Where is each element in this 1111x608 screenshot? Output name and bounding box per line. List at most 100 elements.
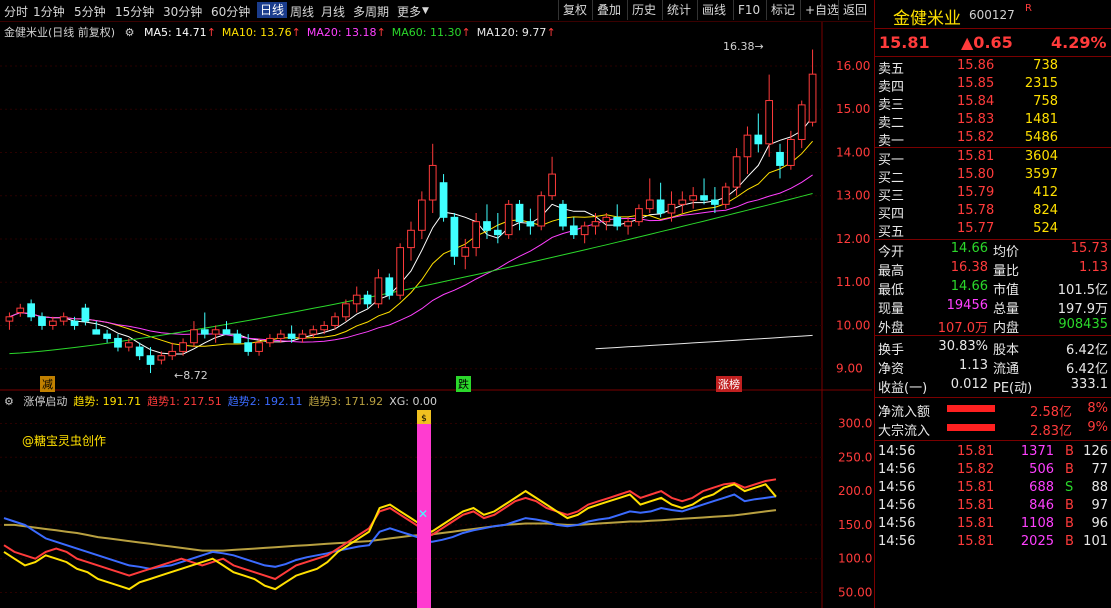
bid-row[interactable]: 买四 15.78 824: [875, 202, 1111, 222]
candle: [407, 229, 415, 249]
stat-key: 最高: [878, 264, 905, 279]
stat-key: 今开: [878, 245, 905, 260]
indicator-tick-label: 150.0: [838, 518, 872, 532]
chart-title: 金健米业(日线 前复权): [4, 26, 116, 39]
candle: [320, 324, 329, 331]
tick-side: B: [1065, 498, 1074, 513]
stats-button[interactable]: 统计: [662, 0, 695, 20]
candle: [504, 203, 513, 236]
draw-button[interactable]: 画线: [697, 0, 730, 20]
ask-row[interactable]: 卖五 15.86 738: [875, 57, 1111, 77]
ask-volume: 5486: [1024, 130, 1058, 145]
candle: [135, 346, 144, 357]
back-button[interactable]: 返回: [838, 0, 871, 20]
candle: [146, 355, 155, 365]
period-tab-1min[interactable]: 1分钟: [33, 3, 65, 20]
tick-price: 15.81: [957, 444, 995, 459]
flow-pct: 9%: [1087, 420, 1108, 435]
low-price-label: 8.72: [183, 369, 208, 382]
bid-label: 买五: [878, 225, 905, 240]
candle: [797, 104, 806, 140]
candle: [602, 216, 611, 223]
indicator-settings-icon[interactable]: ⚙: [4, 395, 14, 408]
last-price: 15.81: [879, 33, 930, 52]
stat-value: 1.13: [1079, 260, 1108, 275]
ask-row[interactable]: 卖四 15.85 2315: [875, 75, 1111, 95]
bid-row[interactable]: 买二 15.80 3597: [875, 166, 1111, 186]
up-arrow-icon: ↑: [206, 26, 216, 39]
bid-row[interactable]: 买三 15.79 412: [875, 184, 1111, 204]
candle: [396, 247, 405, 296]
flow-value: 2.58亿: [1030, 405, 1072, 420]
up-arrow-icon: ↑: [461, 26, 471, 39]
stat-value: 14.66: [950, 241, 988, 256]
candle: [190, 329, 198, 344]
bid-price: 15.78: [957, 203, 995, 218]
stat-key: 总量: [993, 302, 1020, 317]
finance-key: PE(动): [993, 381, 1033, 396]
candle: [548, 173, 556, 197]
bid-volume: 524: [1033, 221, 1058, 236]
bid-volume: 412: [1033, 185, 1058, 200]
period-tab-60min[interactable]: 60分钟: [211, 3, 250, 20]
period-tab-5min[interactable]: 5分钟: [74, 3, 106, 20]
candle: [81, 307, 90, 322]
candle: [526, 221, 535, 227]
candle: [483, 221, 491, 231]
ask-row[interactable]: 卖一 15.82 5486: [875, 129, 1111, 149]
flow-bar: [947, 424, 995, 431]
mark-button[interactable]: 标记: [766, 0, 799, 20]
tick-side: B: [1065, 516, 1074, 531]
candle: [591, 221, 600, 227]
adjust-button[interactable]: 复权: [558, 0, 591, 20]
tick-time: 14:56: [878, 516, 916, 531]
bid-row[interactable]: 买五 15.77 524: [875, 220, 1111, 240]
candle: [808, 73, 817, 123]
settings-icon[interactable]: ⚙: [125, 26, 135, 39]
tick-count: 97: [1091, 498, 1108, 513]
tick-count: 77: [1091, 462, 1108, 477]
add-favorite-button[interactable]: +自选: [800, 0, 843, 20]
candle: [385, 277, 394, 296]
candle: [450, 216, 459, 257]
period-tab-monthly[interactable]: 月线: [321, 3, 345, 20]
candle: [765, 100, 774, 145]
candle: [287, 333, 296, 339]
ask-row[interactable]: 卖三 15.84 758: [875, 93, 1111, 113]
stat-value: 15.73: [1070, 241, 1108, 256]
period-tab-daily[interactable]: 日线: [257, 2, 288, 18]
stat-row: 最高 16.38 量比 1.13: [875, 259, 1111, 279]
period-tab-more[interactable]: 更多: [397, 3, 421, 20]
overlay-button[interactable]: 叠加: [592, 0, 625, 20]
stat-key: 内盘: [993, 321, 1020, 336]
period-tab-30min[interactable]: 30分钟: [163, 3, 202, 20]
candle: [211, 329, 220, 335]
f10-button[interactable]: F10: [733, 0, 764, 20]
finance-value: 30.83%: [938, 339, 988, 354]
candle: [363, 294, 372, 305]
candle: [743, 134, 752, 158]
period-tab-fenshi[interactable]: 分时: [4, 3, 28, 20]
candle: [16, 307, 25, 313]
period-tab-15min[interactable]: 15分钟: [115, 3, 154, 20]
price-tick-label: 13.00: [836, 189, 870, 203]
candle: [493, 229, 502, 236]
period-tab-multi[interactable]: 多周期: [353, 3, 389, 20]
finance-key: 股本: [993, 343, 1020, 358]
period-tab-weekly[interactable]: 周线: [290, 3, 314, 20]
bid-row[interactable]: 买一 15.81 3604: [875, 148, 1111, 168]
candle: [689, 195, 698, 201]
ask-row[interactable]: 卖二 15.83 1481: [875, 111, 1111, 131]
kline-chart[interactable]: 9.00 10.00 11.00 12.00 13.00 14.00 15.00 16.00 5…: [0, 22, 872, 608]
chevron-down-icon[interactable]: ▼: [422, 6, 429, 16]
tick-volume: 506: [1029, 462, 1054, 477]
finance-value: 1.13: [959, 358, 988, 373]
tick-count: 88: [1091, 480, 1108, 495]
candle: [776, 151, 784, 166]
tick-row: 14:56 15.81 1108 B 96: [875, 515, 1111, 533]
ask-price: 15.84: [957, 94, 995, 109]
tick-row: 14:56 15.81 688 S 88: [875, 479, 1111, 497]
history-button[interactable]: 历史: [627, 0, 660, 20]
tick-row: 14:56 15.81 846 B 97: [875, 497, 1111, 515]
ask-price: 15.85: [957, 76, 995, 91]
